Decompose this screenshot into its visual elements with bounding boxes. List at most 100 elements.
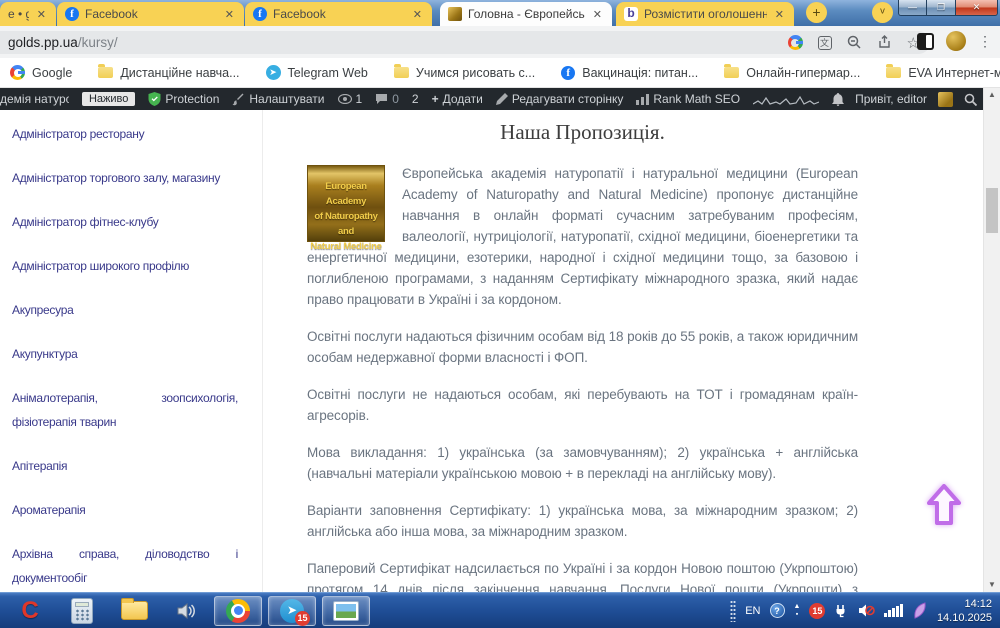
bookmark-folder-onlain[interactable]: Онлайн-гипермар... <box>724 66 860 80</box>
tab-close-icon[interactable]: ✕ <box>591 8 604 21</box>
tab-facebook-2[interactable]: f Facebook ✕ <box>245 2 432 26</box>
telegram-favicon: ➤ <box>266 65 281 80</box>
facebook-favicon: f <box>253 7 267 21</box>
tab-goldse[interactable]: е • goldse ✕ <box>0 2 56 26</box>
scrollbar-thumb[interactable] <box>986 188 998 233</box>
zoom-icon[interactable] <box>847 35 862 50</box>
sidebar-item-administrator-torgovogo-zalu[interactable]: Адміністратор торгового залу, магазину <box>12 166 238 190</box>
photo-viewer-icon <box>333 601 359 621</box>
taskbar-explorer[interactable] <box>112 596 156 626</box>
new-tab-button[interactable]: + <box>806 2 827 23</box>
sidebar-item-administrator-fitnes-klubu[interactable]: Адміністратор фітнес-клубу <box>12 210 238 234</box>
wp-update-count[interactable]: 2 <box>412 92 419 106</box>
bookmark-telegram-web[interactable]: ➤Telegram Web <box>266 65 368 80</box>
wp-edit-page[interactable]: Редагувати сторінку <box>496 92 624 106</box>
taskbar-clock[interactable]: 14:12 14.10.2025 <box>937 597 992 625</box>
muted-speaker-icon[interactable] <box>858 603 875 618</box>
tab-facebook-1[interactable]: f Facebook ✕ <box>57 2 244 26</box>
wp-user-avatar[interactable] <box>938 92 953 107</box>
address-bar[interactable]: golds.pp.ua/kursy/ 文 ☆ <box>0 31 930 54</box>
browser-tab-strip: е • goldse ✕ f Facebook ✕ f Facebook ✕ Г… <box>0 0 1000 26</box>
translate-icon[interactable]: 文 <box>818 36 832 50</box>
tab-close-icon[interactable]: ✕ <box>411 8 424 21</box>
scroll-to-top-arrow[interactable] <box>925 483 963 527</box>
sidebar-item-akupresura[interactable]: Акупресура <box>12 298 238 322</box>
search-icon[interactable] <box>964 93 977 106</box>
help-icon[interactable]: ? <box>770 603 785 618</box>
bookmark-folder-uchimsya[interactable]: Учимся рисовать с... <box>394 66 535 80</box>
language-indicator[interactable]: EN <box>745 605 760 617</box>
minimize-button[interactable]: — <box>898 0 927 16</box>
tab-close-icon[interactable]: ✕ <box>773 8 786 21</box>
paragraph-language: Мова викладання: 1) українська (за замов… <box>307 442 858 484</box>
telegram-badge: 15 <box>295 611 310 626</box>
bookmark-folder-eva[interactable]: EVA Интернет-маг... <box>886 66 1000 80</box>
folder-icon <box>394 67 409 78</box>
clock-date: 14.10.2025 <box>937 612 992 624</box>
speaker-icon <box>175 600 197 622</box>
maximize-button[interactable]: ❐ <box>927 0 955 16</box>
share-icon[interactable] <box>877 35 892 50</box>
network-signal-icon[interactable] <box>884 604 903 617</box>
telegram-icon: ➤15 <box>280 599 304 623</box>
taskbar-photo-viewer[interactable] <box>322 596 370 626</box>
bookmark-google[interactable]: Google <box>10 65 72 80</box>
tab-close-icon[interactable]: ✕ <box>223 8 236 21</box>
sidebar-item-administrator-shyrokogo-profilyu[interactable]: Адміністратор широкого профілю <box>12 254 238 278</box>
scroll-down-arrow[interactable]: ▼ <box>984 578 1000 592</box>
url-path: /kursy/ <box>78 35 118 50</box>
sidebar-item-akupunktura[interactable]: Акупунктура <box>12 342 238 366</box>
sidebar-item-animaloterapiya[interactable]: Анімалотерапія, зоопсихологія, фізіотера… <box>12 386 238 434</box>
tab-title: Головна - Європейська ак <box>468 7 585 21</box>
folder-icon <box>886 67 901 78</box>
scroll-up-arrow[interactable]: ▲ <box>984 88 1000 102</box>
shield-icon <box>148 92 161 106</box>
vertical-scrollbar[interactable]: ▲ ▼ <box>983 88 1000 592</box>
bell-icon[interactable] <box>832 93 844 106</box>
wp-rank-math[interactable]: Rank Math SEO <box>636 92 740 106</box>
profile-avatar[interactable] <box>946 31 966 51</box>
folder-icon <box>98 67 113 78</box>
wp-greeting[interactable]: Привіт, editor <box>855 92 927 106</box>
windows-taskbar: C ➤15 EN ? ▲▪ 15 14:12 <box>0 592 1000 628</box>
wp-add-new[interactable]: + Додати <box>432 92 483 106</box>
tab-oголошення[interactable]: b Розмістити оголошення 6 ✕ <box>616 2 794 26</box>
facebook-favicon: f <box>561 66 575 80</box>
bookmark-vaktsynatsiya[interactable]: fВакцинація: питан... <box>561 66 698 80</box>
tray-expand-chevron[interactable]: ▲▪ <box>794 603 801 619</box>
sidebar-item-arkhivna-sprava[interactable]: Архівна справа, діловодство і документоо… <box>12 542 238 590</box>
taskbar-ccleaner[interactable]: C <box>8 596 52 626</box>
chrome-icon <box>226 599 250 623</box>
paragraph-age: Освітні послуги надаються фізичним особа… <box>307 326 858 368</box>
wp-comments[interactable]: 0 <box>375 92 399 106</box>
google-favicon <box>10 65 25 80</box>
wp-views[interactable]: 1 <box>338 92 363 106</box>
wp-protection[interactable]: Protection <box>148 92 219 106</box>
sidebar-item-aromaterapiya[interactable]: Ароматерапія <box>12 498 238 522</box>
taskbar-calculator[interactable] <box>60 596 104 626</box>
comment-icon <box>375 93 388 105</box>
power-plug-icon[interactable] <box>834 603 849 618</box>
close-button[interactable]: ✕ <box>955 0 998 16</box>
feather-icon[interactable] <box>912 602 928 620</box>
tab-search-chevron-button[interactable]: ᵛ <box>872 2 893 23</box>
sidebar-item-administrator-restoranu[interactable]: Адміністратор ресторану <box>12 122 238 146</box>
tray-telegram-badge[interactable]: 15 <box>809 603 825 619</box>
side-panel-icon[interactable] <box>917 33 934 50</box>
taskbar-chrome-active[interactable] <box>214 596 262 626</box>
wp-admin-bar: демія натуропатії і натур... Наживо Prot… <box>0 88 983 110</box>
taskbar-speaker[interactable] <box>164 596 208 626</box>
wp-site-name[interactable]: демія натуропатії і натур... <box>0 92 69 106</box>
google-icon[interactable] <box>788 35 803 50</box>
sidebar-item-apiterapiya[interactable]: Апітерапія <box>12 454 238 478</box>
taskbar-telegram[interactable]: ➤15 <box>268 596 316 626</box>
window-controls: — ❐ ✕ <box>898 0 998 16</box>
tab-golovna-active[interactable]: Головна - Європейська ак ✕ <box>440 2 612 26</box>
browser-toolbar: golds.pp.ua/kursy/ 文 ☆ ⋮ <box>0 26 1000 58</box>
tab-close-icon[interactable]: ✕ <box>35 8 48 21</box>
page-title: Наша Пропозиція. <box>307 120 858 145</box>
wp-customize[interactable]: Налаштувати <box>232 92 324 106</box>
wp-live-badge[interactable]: Наживо <box>82 92 135 106</box>
bookmark-folder-dystantsiine[interactable]: Дистанційне навча... <box>98 66 239 80</box>
menu-dots-icon[interactable]: ⋮ <box>978 33 992 50</box>
